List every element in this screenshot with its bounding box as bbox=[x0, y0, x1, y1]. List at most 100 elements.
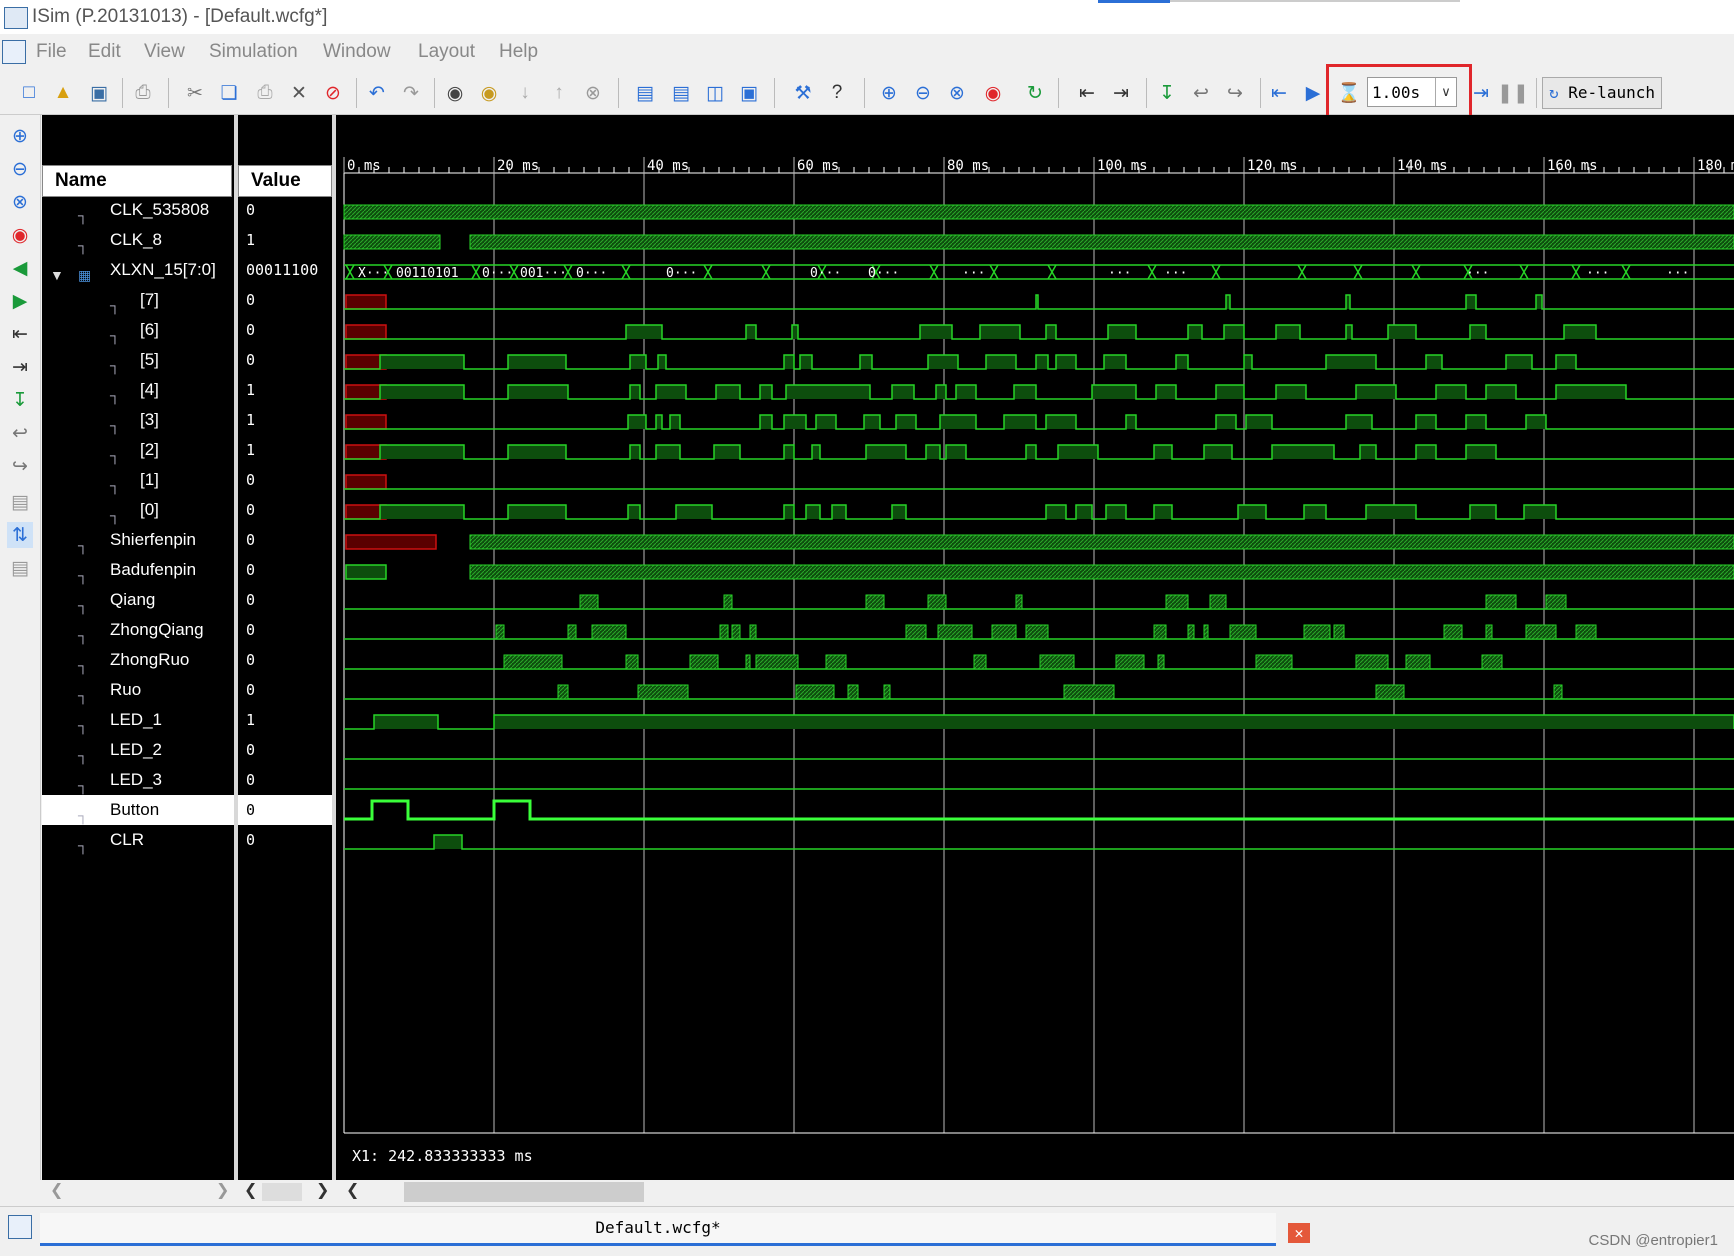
pause-icon[interactable]: ❚❚ bbox=[1497, 80, 1529, 106]
redo-icon[interactable]: ↷ bbox=[398, 80, 424, 106]
zoom-fit-icon[interactable]: ⊗ bbox=[944, 80, 970, 106]
value-scroll-right-icon[interactable]: ❯ bbox=[316, 1180, 329, 1200]
signal-name: CLK_8 bbox=[110, 230, 162, 249]
wave-scroll-thumb[interactable] bbox=[404, 1182, 644, 1202]
tile-vertical-icon[interactable]: ◫ bbox=[702, 80, 728, 106]
clear-icon[interactable]: ⊗ bbox=[580, 80, 606, 106]
previous-marker-icon[interactable]: ↩ bbox=[7, 420, 33, 446]
refresh-icon[interactable]: ↻ bbox=[1022, 80, 1048, 106]
signal-row[interactable]: ┐ LED_1 bbox=[42, 705, 234, 735]
zoom-fit-icon[interactable]: ⊗ bbox=[7, 189, 33, 215]
wave-scroll-left-icon[interactable]: ❮ bbox=[346, 1180, 359, 1200]
step-over-icon[interactable]: ↪ bbox=[1222, 80, 1248, 106]
find-icon[interactable]: ◉ bbox=[442, 80, 468, 106]
menu-layout[interactable]: Layout bbox=[418, 41, 475, 63]
print-icon[interactable]: ⎙ bbox=[130, 80, 156, 106]
signal-row[interactable]: ┐ [1] bbox=[42, 465, 234, 495]
signal-row[interactable]: ┐ CLR bbox=[42, 825, 234, 855]
waveform-window-icon[interactable] bbox=[2, 40, 26, 64]
swap-cursors-icon[interactable]: ▤ bbox=[7, 489, 33, 515]
zoom-in-icon[interactable]: ⊕ bbox=[876, 80, 902, 106]
zoom-in-icon[interactable]: ⊕ bbox=[7, 123, 33, 149]
signal-row[interactable]: ┐ CLK_535808 bbox=[42, 195, 234, 225]
signal-row[interactable]: ┐ LED_2 bbox=[42, 735, 234, 765]
restart-icon[interactable]: ⇤ bbox=[1266, 80, 1292, 106]
snap-to-transition-icon[interactable]: ⇅ bbox=[7, 522, 33, 548]
menu-file[interactable]: File bbox=[36, 41, 67, 63]
name-scroll-left-icon[interactable]: ❮ bbox=[50, 1180, 63, 1200]
signal-row[interactable]: ┐ [6] bbox=[42, 315, 234, 345]
add-marker-icon[interactable]: ↧ bbox=[7, 387, 33, 413]
tab-default-wcfg[interactable]: Default.wcfg* ✕ bbox=[40, 1213, 1310, 1246]
copy-icon[interactable]: ❏ bbox=[216, 80, 242, 106]
step-down-icon[interactable]: ↧ bbox=[1154, 80, 1180, 106]
signal-row[interactable]: ┐ Badufenpin bbox=[42, 555, 234, 585]
delete-icon[interactable]: ✕ bbox=[286, 80, 312, 106]
bit-2-wave-high bbox=[784, 445, 794, 459]
signal-row[interactable]: ▼ ▦ XLXN_15[7:0] bbox=[42, 255, 234, 285]
menu-edit[interactable]: Edit bbox=[88, 41, 121, 63]
zoom-to-cursor-icon[interactable]: ◉ bbox=[7, 222, 33, 248]
zoom-out-icon[interactable]: ⊖ bbox=[910, 80, 936, 106]
waveform-canvas[interactable]: 0 ms 20 ms 40 ms 60 ms 80 ms 100 ms 120 ms 140 … bbox=[336, 115, 1734, 1183]
paste-icon[interactable]: ⎙ bbox=[252, 80, 278, 106]
next-marker-icon[interactable]: ↪ bbox=[7, 453, 33, 479]
signal-row[interactable]: ┐ [0] bbox=[42, 495, 234, 525]
signal-row[interactable]: ┐ ZhongQiang bbox=[42, 615, 234, 645]
value-scroll-left-icon[interactable]: ❮ bbox=[244, 1180, 257, 1200]
new-file-icon[interactable]: □ bbox=[16, 80, 42, 106]
close-icon[interactable]: ✕ bbox=[1288, 1223, 1310, 1243]
tile-horizontal-icon[interactable]: ▤ bbox=[668, 80, 694, 106]
find-previous-icon[interactable]: ↑ bbox=[546, 80, 572, 106]
signal-row[interactable]: ┐ [5] bbox=[42, 345, 234, 375]
floating-ruler-icon[interactable]: ▤ bbox=[7, 555, 33, 581]
signal-row[interactable]: ┐ [4] bbox=[42, 375, 234, 405]
value-column-header[interactable]: Value bbox=[238, 165, 332, 197]
go-to-time-zero-icon[interactable]: ◀ bbox=[7, 255, 33, 281]
zoom-out-icon[interactable]: ⊖ bbox=[7, 156, 33, 182]
run-all-icon[interactable]: ▶ bbox=[1300, 80, 1326, 106]
signal-row[interactable]: ┐ Shierfenpin bbox=[42, 525, 234, 555]
signal-row[interactable]: ┐ Ruo bbox=[42, 675, 234, 705]
signal-row[interactable]: ┐ [3] bbox=[42, 405, 234, 435]
context-help-icon[interactable]: ? bbox=[824, 80, 850, 106]
next-transition-icon[interactable]: ⇥ bbox=[7, 354, 33, 380]
window-icon[interactable]: ▣ bbox=[736, 80, 762, 106]
open-file-icon[interactable]: ▲ bbox=[50, 80, 76, 106]
menu-simulation[interactable]: Simulation bbox=[209, 41, 298, 63]
go-previous-transition-icon[interactable]: ⇤ bbox=[1074, 80, 1100, 106]
signal-row[interactable]: ┐ CLK_8 bbox=[42, 225, 234, 255]
undo-icon[interactable]: ↶ bbox=[364, 80, 390, 106]
signal-row[interactable]: ┐ [2] bbox=[42, 435, 234, 465]
find-next-icon[interactable]: ↓ bbox=[512, 80, 538, 106]
expand-triangle-icon[interactable]: ▼ bbox=[50, 260, 72, 283]
signal-row[interactable]: ┐ ZhongRuo bbox=[42, 645, 234, 675]
cut-icon[interactable]: ✂ bbox=[182, 80, 208, 106]
go-to-latest-time-icon[interactable]: ▶ bbox=[7, 288, 33, 314]
name-column-header[interactable]: Name bbox=[42, 165, 232, 197]
toolbar-separator bbox=[434, 78, 435, 108]
signal-value: 00011100 bbox=[246, 261, 319, 279]
title-tab-indicator bbox=[1098, 0, 1170, 3]
relaunch-button[interactable]: ↻ Re-launch bbox=[1542, 77, 1662, 109]
go-next-transition-icon[interactable]: ⇥ bbox=[1108, 80, 1134, 106]
signal-row[interactable]: ┐ Qiang bbox=[42, 585, 234, 615]
value-scroll-thumb[interactable] bbox=[262, 1183, 302, 1201]
previous-transition-icon[interactable]: ⇤ bbox=[7, 321, 33, 347]
signal-row[interactable]: ┐ LED_3 bbox=[42, 765, 234, 795]
menu-view[interactable]: View bbox=[144, 41, 185, 63]
burst-segment bbox=[1443, 624, 1463, 640]
signal-row[interactable]: ┐ Button bbox=[42, 795, 234, 825]
step-back-icon[interactable]: ↩ bbox=[1188, 80, 1214, 106]
stop-icon[interactable]: ⊘ bbox=[320, 80, 346, 106]
zoom-to-cursor-icon[interactable]: ◉ bbox=[980, 80, 1006, 106]
signal-row[interactable]: ┐ [7] bbox=[42, 285, 234, 315]
waveform-pane[interactable]: 0 ms 20 ms 40 ms 60 ms 80 ms 100 ms 120 ms 140 … bbox=[336, 115, 1734, 1183]
save-icon[interactable]: ▣ bbox=[86, 80, 112, 106]
cascade-windows-icon[interactable]: ▤ bbox=[632, 80, 658, 106]
menu-window[interactable]: Window bbox=[323, 41, 391, 63]
menu-help[interactable]: Help bbox=[499, 41, 538, 63]
properties-icon[interactable]: ⚒ bbox=[790, 80, 816, 106]
name-scroll-right-icon[interactable]: ❯ bbox=[216, 1180, 229, 1200]
find-in-files-icon[interactable]: ◉ bbox=[476, 80, 502, 106]
